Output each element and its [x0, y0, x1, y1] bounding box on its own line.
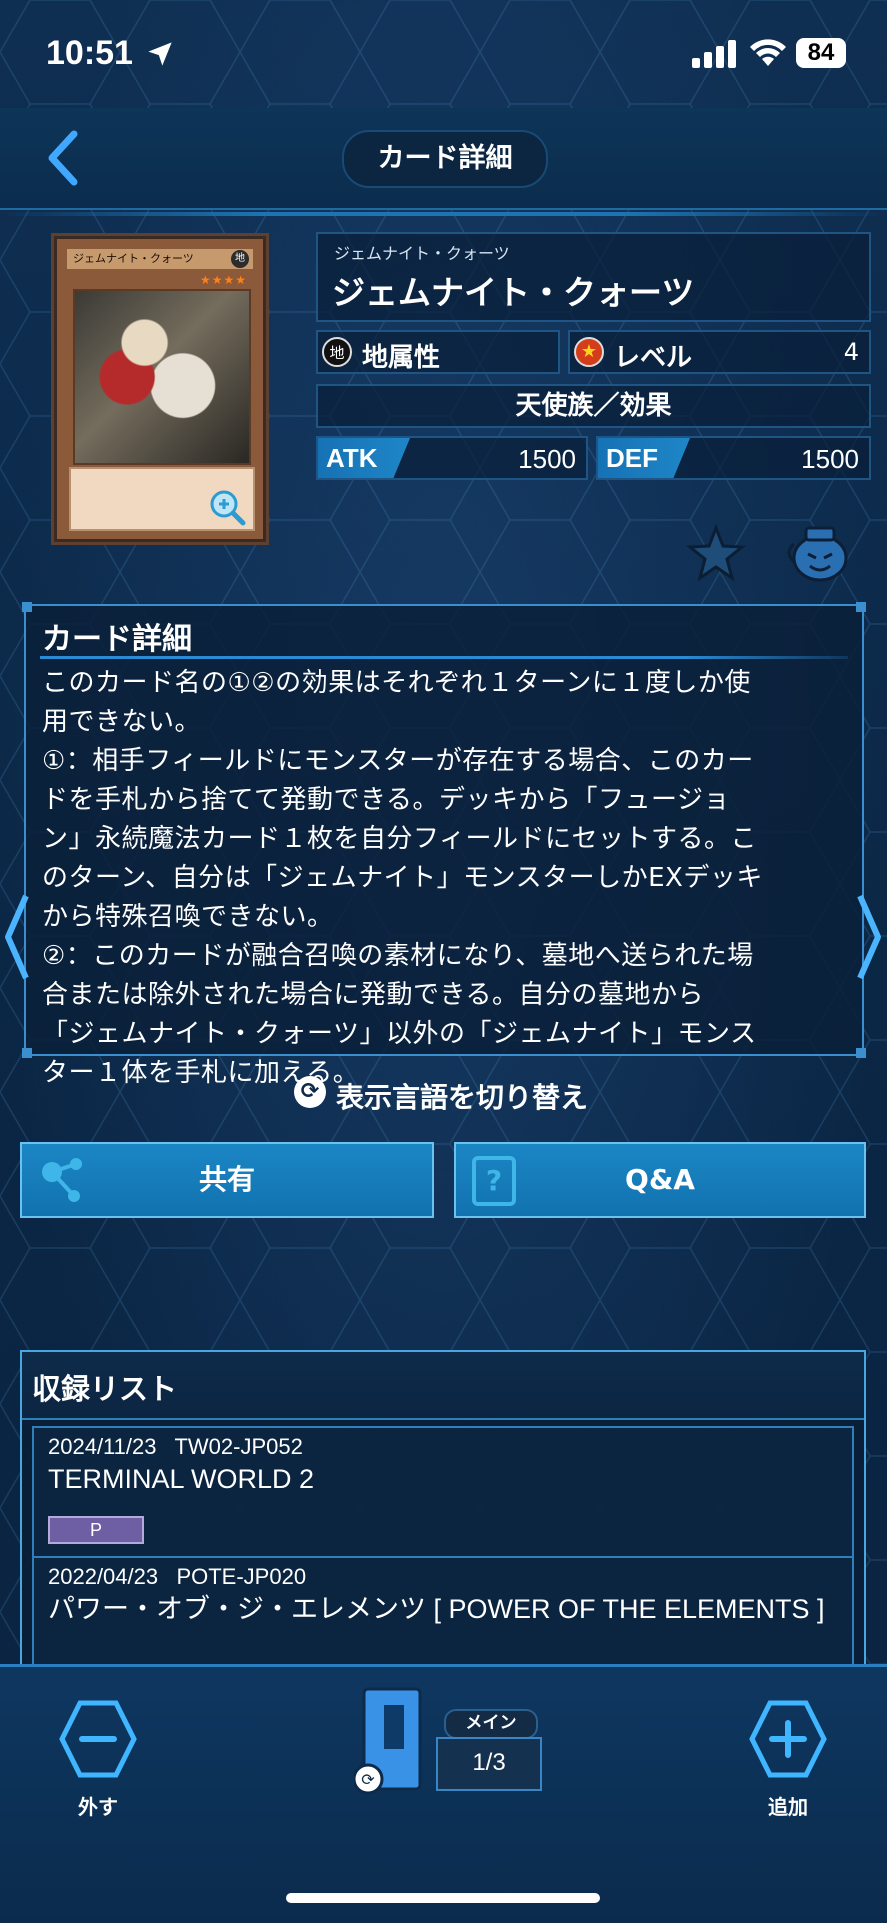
level-label: レベル — [614, 343, 693, 373]
wifi-icon — [750, 39, 786, 66]
share-icon — [42, 1158, 82, 1202]
favorite-star-icon[interactable] — [686, 524, 746, 584]
card-detail-heading: カード詳細 — [42, 622, 192, 657]
level-value: 4 — [843, 338, 859, 366]
attribute-label: 地属性 — [362, 343, 441, 373]
recording-list: 収録リスト 2024/11/23 TW02-JP052 TERMINAL WOR… — [20, 1350, 866, 1670]
heading-divider — [40, 656, 848, 659]
share-label: 共有 — [198, 1163, 255, 1196]
bottom-bar: 外す ⟳ メイン 1/3 追加 — [0, 1664, 887, 1923]
list-item[interactable]: 2022/04/23 POTE-JP020 パワー・オブ・ジ・エレメンツ [ P… — [32, 1556, 854, 1668]
level-star-icon: ★ — [574, 337, 604, 367]
add-label: 追加 — [768, 1795, 808, 1819]
card-artwork — [73, 289, 251, 465]
card-name: ジェムナイト・クォーツ — [332, 273, 695, 312]
deck-type-tag: メイン — [444, 1709, 538, 1739]
card-image[interactable]: ジェムナイト・クォーツ 地 ★★★★ — [54, 236, 266, 542]
language-toggle-label: 表示言語を切り替え — [336, 1081, 589, 1114]
release-date: 2022/04/23 — [48, 1564, 159, 1589]
attribute-box: 地 地属性 — [316, 330, 560, 374]
zoom-magnifier-icon[interactable] — [207, 487, 247, 527]
qa-icon: ? — [472, 1156, 516, 1206]
page-title: カード詳細 — [342, 130, 548, 188]
remove-minus-icon[interactable] — [58, 1699, 138, 1779]
card-name-ruby: ジェムナイト・クォーツ — [334, 244, 510, 263]
header-bar: カード詳細 — [0, 108, 887, 216]
monster-type: 天使族／効果 — [316, 384, 871, 428]
def-box: DEF 1500 — [596, 436, 871, 480]
card-image-level-stars: ★★★★ — [199, 273, 247, 287]
card-code: POTE-JP020 — [176, 1564, 307, 1589]
back-chevron-icon[interactable] — [44, 130, 84, 186]
atk-box: ATK 1500 — [316, 436, 588, 480]
pot-of-greed-icon[interactable] — [782, 522, 852, 584]
status-bar: 10:51 84 — [0, 0, 887, 110]
card-detail-panel: カード詳細 このカード名の①②の効果はそれぞれ１ターンに１度しか使 用できない。… — [22, 602, 866, 1088]
atk-value: 1500 — [518, 444, 576, 474]
list-item[interactable]: 2024/11/23 TW02-JP052 TERMINAL WORLD 2 P — [32, 1426, 854, 1558]
def-value: 1500 — [801, 444, 859, 474]
deck-box-icon[interactable]: ⟳ — [354, 1685, 444, 1797]
add-plus-icon[interactable] — [748, 1699, 828, 1779]
qa-button[interactable]: ? Q&A — [454, 1142, 866, 1218]
card-name-box: ジェムナイト・クォーツ ジェムナイト・クォーツ — [316, 232, 871, 322]
battery-indicator: 84 — [796, 38, 846, 68]
card-image-name: ジェムナイト・クォーツ — [67, 249, 253, 269]
card-code: TW02-JP052 — [174, 1434, 303, 1459]
share-button[interactable]: 共有 — [20, 1142, 434, 1218]
svg-text:⟳: ⟳ — [361, 1770, 375, 1789]
previous-card-arrow-icon[interactable] — [2, 892, 30, 982]
pack-title: TERMINAL WORLD 2 — [48, 1464, 315, 1494]
card-effect-text: このカード名の①②の効果はそれぞれ１ターンに１度しか使 用できない。 ①：相手フ… — [42, 668, 763, 1088]
def-label: DEF — [598, 438, 690, 478]
qa-label: Q&A — [625, 1163, 695, 1196]
corner-marker — [856, 602, 866, 612]
recording-list-header: 収録リスト — [22, 1352, 864, 1420]
status-time: 10:51 — [46, 34, 133, 72]
release-date-code: 2024/11/23 TW02-JP052 — [48, 1434, 303, 1460]
pack-title: パワー・オブ・ジ・エレメンツ [ POWER OF THE ELEMENTS ] — [48, 1594, 825, 1624]
cellular-signal-icon — [692, 40, 736, 68]
location-arrow-icon — [148, 42, 172, 66]
switch-language-icon: ⟳ — [294, 1076, 326, 1108]
remove-label: 外す — [78, 1795, 118, 1819]
card-image-attribute: 地 — [231, 250, 249, 268]
atk-label: ATK — [318, 438, 410, 478]
earth-attribute-icon: 地 — [322, 337, 352, 367]
level-box: ★ レベル 4 — [568, 330, 871, 374]
corner-marker — [856, 1048, 866, 1058]
release-date: 2024/11/23 — [48, 1434, 157, 1459]
next-card-arrow-icon[interactable] — [856, 892, 884, 982]
release-date-code: 2022/04/23 POTE-JP020 — [48, 1564, 306, 1590]
recording-list-heading: 収録リスト — [32, 1372, 178, 1406]
deck-count: 1/3 — [436, 1737, 542, 1791]
rarity-badge: P — [48, 1516, 144, 1544]
corner-marker — [22, 1048, 32, 1058]
home-indicator — [286, 1893, 600, 1903]
svg-text:?: ? — [486, 1164, 502, 1197]
corner-marker — [22, 602, 32, 612]
